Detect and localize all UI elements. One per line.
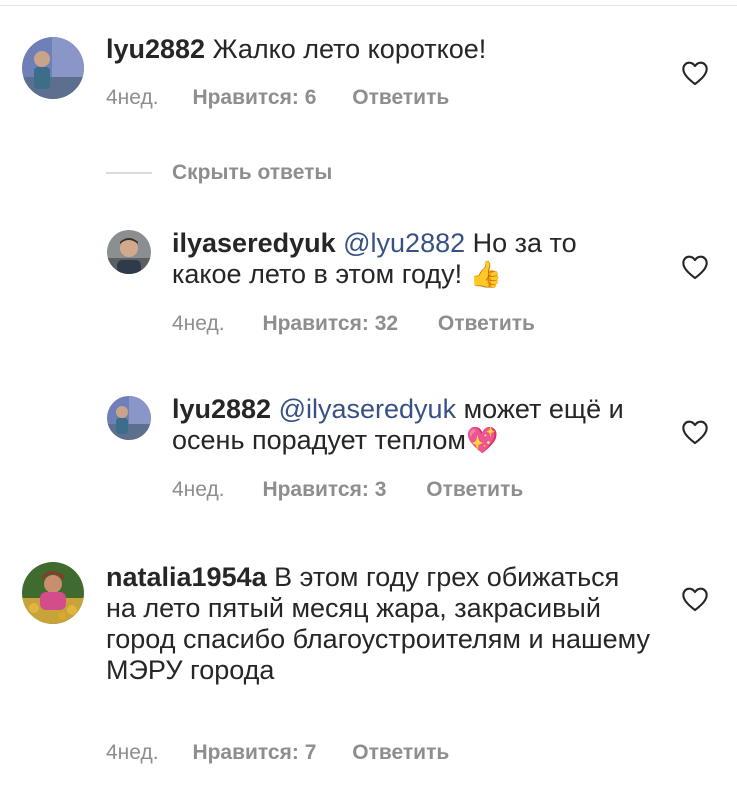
comment-meta: 4нед. Нравится: 6 Ответить [106, 86, 449, 110]
thumbs-up-emoji: 👍 [469, 259, 503, 289]
comment-meta: 4нед. Нравится: 3 Ответить [172, 478, 523, 502]
comment-meta: 4нед. Нравится: 32 Ответить [172, 312, 535, 336]
comment-time[interactable]: 4нед. [106, 86, 159, 110]
comment-body: lyu2882 @ilyaseredyuk может ещё и осень … [172, 394, 652, 456]
comment-body: lyu2882 Жалко лето короткое! [106, 34, 666, 65]
comment-time[interactable]: 4нед. [172, 312, 225, 336]
comment-meta: 4нед. Нравится: 7 Ответить [106, 741, 449, 765]
heart-outline-icon[interactable] [681, 254, 709, 280]
heart-outline-icon[interactable] [681, 586, 709, 612]
replies-divider-line [106, 172, 152, 174]
likes-count[interactable]: Нравится: 3 [262, 478, 386, 502]
username[interactable]: lyu2882 [172, 394, 271, 424]
avatar[interactable] [107, 396, 151, 440]
heart-outline-icon[interactable] [681, 419, 709, 445]
comment-body: natalia1954a В этом году грех обижаться … [106, 562, 651, 686]
comment-body: ilyaseredyuk @lyu2882 Но за то какое лет… [172, 228, 642, 290]
heart-outline-icon[interactable] [681, 60, 709, 86]
username[interactable]: natalia1954a [106, 562, 267, 592]
reply-button[interactable]: Ответить [352, 741, 449, 765]
avatar[interactable] [107, 230, 151, 274]
sparkling-heart-emoji: 💖 [465, 425, 499, 455]
likes-count[interactable]: Нравится: 7 [192, 741, 316, 765]
comment-text: Жалко лето короткое! [212, 34, 487, 64]
avatar[interactable] [22, 37, 84, 99]
likes-count[interactable]: Нравится: 6 [192, 86, 316, 110]
comment-time[interactable]: 4нед. [172, 478, 225, 502]
mention-link[interactable]: @ilyaseredyuk [279, 394, 456, 424]
likes-count[interactable]: Нравится: 32 [262, 312, 398, 336]
reply-button[interactable]: Ответить [426, 478, 523, 502]
hide-replies-label: Скрыть ответы [172, 161, 333, 184]
username[interactable]: ilyaseredyuk [172, 228, 336, 258]
mention-link[interactable]: @lyu2882 [343, 228, 465, 258]
avatar[interactable] [22, 562, 84, 624]
username[interactable]: lyu2882 [106, 34, 205, 64]
comment-time[interactable]: 4нед. [106, 741, 159, 765]
reply-button[interactable]: Ответить [352, 86, 449, 110]
top-divider [0, 5, 737, 6]
reply-button[interactable]: Ответить [438, 312, 535, 336]
